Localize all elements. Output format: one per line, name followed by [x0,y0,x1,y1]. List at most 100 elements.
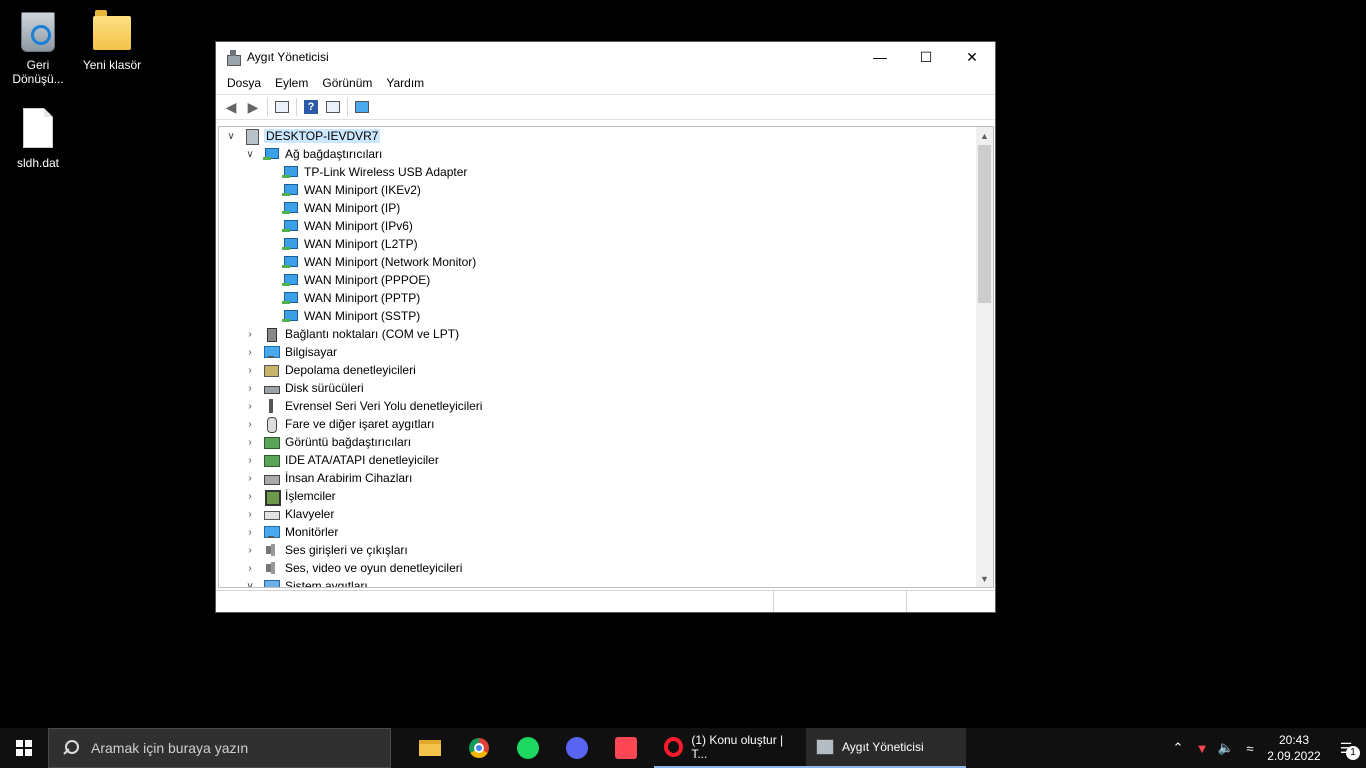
tree-item-network-adapter[interactable]: WAN Miniport (IKEv2) [219,181,979,199]
chevron-right-icon[interactable]: › [244,472,256,484]
back-arrow-icon[interactable]: ◀ [220,96,242,118]
scroll-up-icon[interactable]: ▲ [976,127,993,144]
desktop-icon-sldh-dat[interactable]: sldh.dat [0,106,76,170]
tree-item-network-adapter[interactable]: WAN Miniport (IPv6) [219,217,979,235]
tree-item-network-adapter[interactable]: WAN Miniport (PPPOE) [219,271,979,289]
desktop-icon-recycle-bin[interactable]: Geri Dönüşü... [0,8,76,86]
close-button[interactable]: ✕ [949,42,995,72]
desktop-icon-new-folder[interactable]: Yeni klasör [74,8,150,72]
chevron-up-icon[interactable]: ⌃ [1166,728,1190,768]
scrollbar-thumb[interactable] [978,145,991,303]
vertical-scrollbar[interactable]: ▲ ▼ [976,127,993,587]
spotify-icon [516,737,539,759]
tree-item-label: WAN Miniport (IP) [304,201,401,215]
file-icon [17,106,59,152]
taskbar-search-box[interactable]: Aramak için buraya yazın [48,728,391,768]
scroll-down-icon[interactable]: ▼ [976,570,993,587]
chevron-right-icon[interactable]: › [244,490,256,502]
tree-category[interactable]: › IDE ATA/ATAPI denetleyiciler [219,451,979,469]
chevron-down-icon[interactable]: ∨ [225,130,237,142]
menu-yardim[interactable]: Yardım [379,76,431,90]
tree-item-network-adapter[interactable]: WAN Miniport (Network Monitor) [219,253,979,271]
tree-category[interactable]: › İşlemciler [219,487,979,506]
tree-category[interactable]: › Bağlantı noktaları (COM ve LPT) [219,325,979,343]
monitor-icon [263,525,280,539]
chevron-right-icon[interactable]: › [244,418,256,430]
tree-item-network-adapter[interactable]: WAN Miniport (SSTP) [219,307,979,325]
tree-category[interactable]: › Ses, video ve oyun denetleyicileri [219,559,979,577]
chevron-right-icon[interactable]: › [244,526,256,538]
title-bar[interactable]: Aygıt Yöneticisi — ☐ ✕ [216,42,995,72]
network-adapter-icon [282,237,298,251]
tree-category-label: Görüntü bağdaştırıcıları [285,435,412,449]
wifi-icon[interactable]: ≈ [1238,728,1262,768]
help-icon[interactable]: ? [300,96,322,118]
tree-category[interactable]: › Fare ve diğer işaret aygıtları [219,415,979,433]
tree-category-label: Ses, video ve oyun denetleyicileri [285,561,463,575]
taskbar-discord[interactable] [552,728,601,768]
tree-category-label: Ses girişleri ve çıkışları [285,543,408,557]
tree-category-label: Bağlantı noktaları (COM ve LPT) [285,327,460,341]
chevron-right-icon[interactable]: › [244,508,256,520]
chevron-down-icon[interactable]: ∨ [244,580,256,588]
minimize-button[interactable]: — [857,42,903,72]
desktop-icon-label: Yeni klasör [82,58,142,72]
tree-category[interactable]: › Bilgisayar [219,343,979,361]
taskbar-task-device-manager[interactable]: Aygıt Yöneticisi [806,728,966,768]
chevron-right-icon[interactable]: › [244,544,256,556]
tree-category[interactable]: › Depolama denetleyicileri [219,361,979,379]
start-button[interactable] [0,728,48,768]
network-adapter-icon [282,201,298,215]
menu-eylem[interactable]: Eylem [268,76,315,90]
volume-icon[interactable]: 🔈 [1214,728,1238,768]
taskbar-file-explorer[interactable] [405,728,454,768]
status-pane [907,591,995,612]
tree-category[interactable]: › İnsan Arabirim Cihazları [219,469,979,487]
taskbar-spotify[interactable] [503,728,552,768]
tree-category[interactable]: › Ses girişleri ve çıkışları [219,541,979,559]
forward-arrow-icon[interactable]: ▶ [242,96,264,118]
show-hide-console-tree-icon[interactable] [271,96,293,118]
scan-hardware-icon[interactable] [351,96,373,118]
tree-category[interactable]: ∨ Sistem aygıtları [219,577,979,588]
chevron-right-icon[interactable]: › [244,364,256,376]
taskbar-chrome[interactable] [454,728,503,768]
tree-category[interactable]: › Disk sürücüleri [219,379,979,397]
tree-root[interactable]: ∨ DESKTOP-IEVDVR7 [219,127,979,145]
notification-center-button[interactable]: ☰ 1 [1326,728,1366,768]
tree-item-network-adapter[interactable]: WAN Miniport (PPTP) [219,289,979,307]
tree-category[interactable]: › Monitörler [219,523,979,541]
valorant-tray-icon[interactable]: ▼ [1190,728,1214,768]
taskbar-task-opera[interactable]: (1) Konu oluştur | T... [654,728,806,768]
menu-bar: Dosya Eylem Görünüm Yardım [216,72,995,94]
clock[interactable]: 20:43 2.09.2022 [1262,732,1326,764]
chevron-right-icon[interactable]: › [244,562,256,574]
tree-category[interactable]: › Klavyeler [219,505,979,523]
chevron-right-icon[interactable]: › [244,346,256,358]
taskbar-valorant[interactable] [601,728,650,768]
tree-category[interactable]: › Evrensel Seri Veri Yolu denetleyicileri [219,397,979,415]
tree-item-network-adapter[interactable]: WAN Miniport (L2TP) [219,235,979,253]
chrome-icon [468,738,489,758]
properties-icon[interactable] [322,96,344,118]
maximize-button[interactable]: ☐ [903,42,949,72]
notification-badge: 1 [1346,746,1360,760]
tree-item-label: WAN Miniport (PPPOE) [304,273,431,287]
menu-gorunum[interactable]: Görünüm [315,76,379,90]
tree-category-network-adapters[interactable]: ∨ Ağ bağdaştırıcıları [219,145,979,163]
tree-item-network-adapter[interactable]: WAN Miniport (IP) [219,199,979,217]
tree-category-label: Evrensel Seri Veri Yolu denetleyicileri [285,399,483,413]
device-tree[interactable]: ∨ DESKTOP-IEVDVR7 ∨ Ağ bağdaştırıcıları … [218,126,994,588]
chevron-right-icon[interactable]: › [244,454,256,466]
disk-drive-icon [263,381,280,395]
tree-category[interactable]: › Görüntü bağdaştırıcıları [219,433,979,451]
chevron-right-icon[interactable]: › [244,400,256,412]
chevron-right-icon[interactable]: › [244,382,256,394]
tree-item-network-adapter[interactable]: TP-Link Wireless USB Adapter [219,163,979,181]
chevron-right-icon[interactable]: › [244,436,256,448]
opera-icon [664,737,684,757]
chevron-right-icon[interactable]: › [244,328,256,340]
tree-category-label: İşlemciler [285,489,336,503]
menu-dosya[interactable]: Dosya [220,76,268,90]
chevron-down-icon[interactable]: ∨ [244,148,256,160]
